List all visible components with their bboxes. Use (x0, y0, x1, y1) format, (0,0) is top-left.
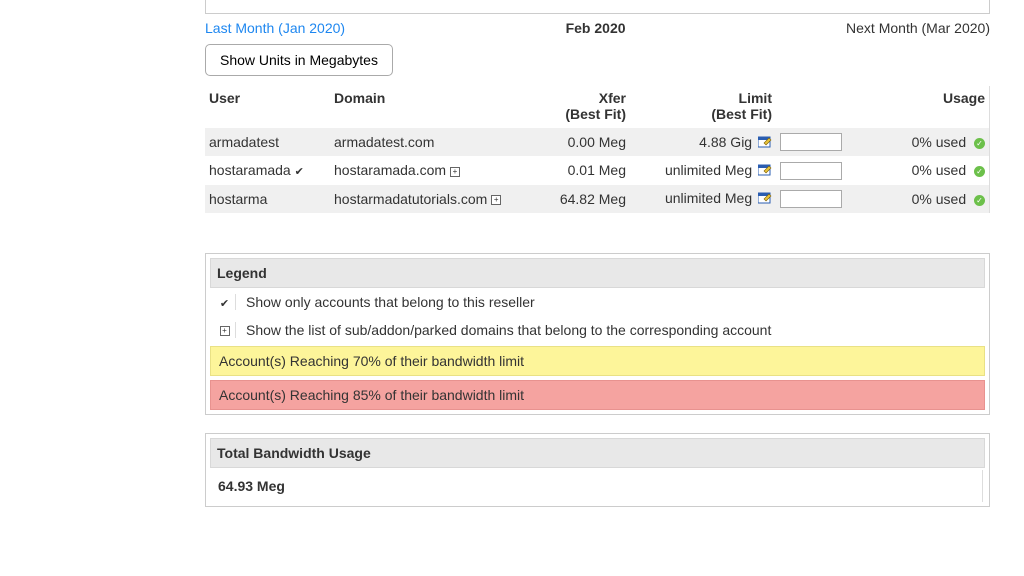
table-row: armadatest armadatest.com 0.00 Meg 4.88 … (205, 128, 990, 156)
legend-row-reseller: ✔ Show only accounts that belong to this… (210, 288, 985, 316)
status-ok-icon: ✓ (974, 166, 985, 177)
usage-pct-cell: 0% used ✓ (856, 185, 990, 213)
edit-limit-icon[interactable] (758, 191, 772, 207)
check-icon: ✔ (295, 165, 304, 178)
edit-limit-icon[interactable] (758, 135, 772, 151)
toggle-units-button[interactable]: Show Units in Megabytes (205, 44, 393, 76)
xfer-cell: 0.01 Meg (550, 156, 630, 184)
user-cell: hostarma (205, 185, 330, 213)
user-cell: hostaramada ✔ (205, 156, 330, 184)
total-panel: Total Bandwidth Usage 64.93 Meg (205, 433, 990, 507)
usage-input-cell (776, 185, 856, 213)
usage-pct-cell: 0% used ✓ (856, 128, 990, 156)
usage-input[interactable] (780, 190, 842, 208)
legend-warn-70: Account(s) Reaching 70% of their bandwid… (210, 346, 985, 376)
col-limit[interactable]: Limit (Best Fit) (630, 86, 776, 128)
month-navigation: Last Month (Jan 2020) Feb 2020 Next Mont… (205, 18, 990, 44)
limit-cell: unlimited Meg (630, 156, 776, 184)
status-ok-icon: ✓ (974, 195, 985, 206)
table-row: hostarma hostarmadatutorials.com + 64.82… (205, 185, 990, 213)
current-month-label: Feb 2020 (566, 20, 626, 36)
col-input (776, 86, 856, 128)
col-xfer[interactable]: Xfer (Best Fit) (550, 86, 630, 128)
domain-cell: armadatest.com (330, 128, 550, 156)
total-value: 64.93 Meg (212, 470, 983, 502)
usage-input-cell (776, 128, 856, 156)
legend-row-subdomains: + Show the list of sub/addon/parked doma… (210, 316, 985, 344)
edit-limit-icon[interactable] (758, 163, 772, 179)
legend-text: Show the list of sub/addon/parked domain… (246, 322, 771, 338)
col-user[interactable]: User (205, 86, 330, 128)
check-icon: ✔ (220, 297, 229, 310)
legend-title: Legend (210, 258, 985, 288)
domain-cell: hostarmadatutorials.com + (330, 185, 550, 213)
usage-input[interactable] (780, 162, 842, 180)
bandwidth-table: User Domain Xfer (Best Fit) Limit (Best … (205, 86, 990, 213)
domain-cell: hostaramada.com + (330, 156, 550, 184)
limit-cell: 4.88 Gig (630, 128, 776, 156)
col-usage[interactable]: Usage (856, 86, 990, 128)
legend-panel: Legend ✔ Show only accounts that belong … (205, 253, 990, 415)
prev-month-link[interactable]: Last Month (Jan 2020) (205, 20, 345, 36)
table-row: hostaramada ✔ hostaramada.com + 0.01 Meg… (205, 156, 990, 184)
usage-input-cell (776, 156, 856, 184)
usage-input[interactable] (780, 133, 842, 151)
expand-icon[interactable]: + (491, 195, 501, 205)
xfer-cell: 64.82 Meg (550, 185, 630, 213)
status-ok-icon: ✓ (974, 138, 985, 149)
expand-icon[interactable]: + (450, 167, 460, 177)
total-title: Total Bandwidth Usage (210, 438, 985, 468)
col-domain[interactable]: Domain (330, 86, 550, 128)
panel-top-fragment (205, 0, 990, 14)
usage-pct-cell: 0% used ✓ (856, 156, 990, 184)
expand-icon: + (220, 326, 230, 336)
limit-cell: unlimited Meg (630, 185, 776, 213)
xfer-cell: 0.00 Meg (550, 128, 630, 156)
legend-text: Show only accounts that belong to this r… (246, 294, 535, 310)
user-cell: armadatest (205, 128, 330, 156)
next-month-link[interactable]: Next Month (Mar 2020) (846, 20, 990, 36)
legend-warn-85: Account(s) Reaching 85% of their bandwid… (210, 380, 985, 410)
